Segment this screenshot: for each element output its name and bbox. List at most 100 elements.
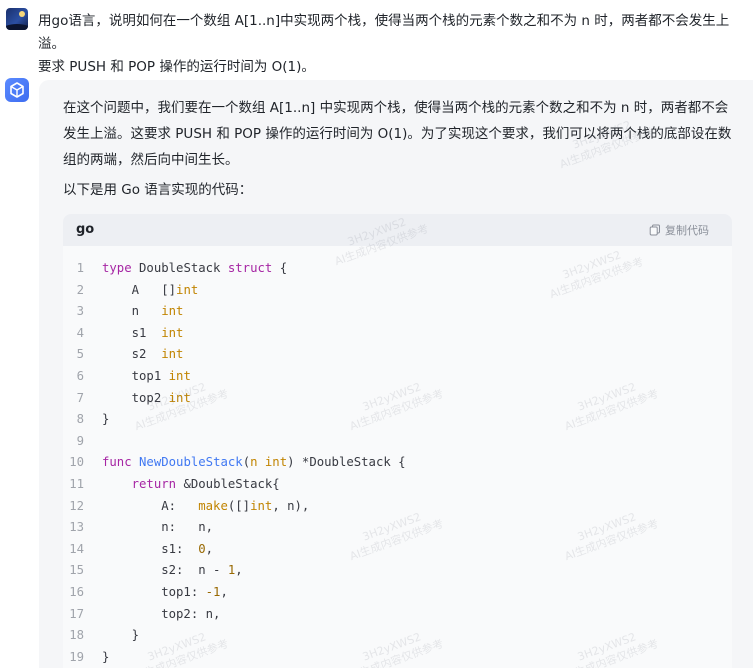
code-body: 1 type DoubleStack struct {2 A []int 3 n i… xyxy=(63,258,732,668)
code-text: s2 int xyxy=(102,344,184,366)
code-text: s1 int xyxy=(102,323,184,345)
code-line: 1 type DoubleStack struct { xyxy=(63,258,732,280)
code-token: int xyxy=(161,347,184,362)
code-line: 16 top1: -1, xyxy=(63,582,732,604)
code-line: 18 } xyxy=(63,625,732,647)
code-text: A: make([]int, n), xyxy=(102,496,309,518)
user-avatar xyxy=(6,8,28,30)
code-token: return xyxy=(131,476,177,491)
assistant-paragraph: 在这个问题中，我们要在一个数组 A[1..n] 中实现两个栈，使得当两个栈的元素… xyxy=(63,95,735,173)
line-number: 6 xyxy=(76,368,84,383)
code-token: s1 xyxy=(102,325,162,340)
line-number: 2 xyxy=(76,282,84,297)
code-block: go 复制代码 1 type DoubleStack struct {2 A []… xyxy=(63,214,732,668)
user-message-line: 用go语言，说明如何在一个数组 A[1..n]中实现两个栈，使得当两个栈的元素个… xyxy=(38,13,730,52)
code-token: s1: xyxy=(102,541,199,556)
line-number: 16 xyxy=(69,584,84,599)
code-token: int xyxy=(168,390,191,405)
code-token: , xyxy=(220,584,228,599)
code-line: 12 A: make([]int, n), xyxy=(63,496,732,518)
moon-icon xyxy=(19,11,25,17)
code-text: type DoubleStack struct { xyxy=(102,258,287,280)
copy-code-button[interactable]: 复制代码 xyxy=(649,222,709,238)
code-token: } xyxy=(102,628,140,643)
code-line: 19} xyxy=(63,647,732,668)
copy-icon xyxy=(649,224,661,236)
code-text: s2: n - 1, xyxy=(102,560,243,582)
code-text: top2: n, xyxy=(102,604,220,626)
chat-page: 用go语言，说明如何在一个数组 A[1..n]中实现两个栈，使得当两个栈的元素个… xyxy=(0,0,753,668)
code-token: s2 xyxy=(102,347,162,362)
cube-icon xyxy=(10,82,24,98)
code-token: int xyxy=(250,498,273,513)
line-number: 10 xyxy=(69,455,84,470)
code-line: 6 top1 int xyxy=(63,366,732,388)
code-text: top1 int xyxy=(102,366,191,388)
code-text: top2 int xyxy=(102,388,191,410)
code-text: } xyxy=(102,625,139,647)
code-line: 2 A []int xyxy=(63,280,732,302)
code-token: , xyxy=(205,541,214,556)
code-token: , n), xyxy=(272,498,310,513)
code-token: make xyxy=(198,498,228,513)
code-token: top2: n, xyxy=(102,606,221,621)
code-token: int xyxy=(168,368,191,383)
hill-icon xyxy=(6,24,28,30)
code-text: A []int xyxy=(102,280,199,302)
code-line: 14 s1: 0, xyxy=(63,539,732,561)
code-text: func NewDoubleStack(n int) *DoubleStack … xyxy=(102,452,406,474)
code-token: type xyxy=(102,261,132,275)
line-number: 11 xyxy=(69,476,84,491)
code-token: func xyxy=(102,455,132,470)
code-token: ([] xyxy=(227,498,251,513)
code-token: A: xyxy=(102,498,199,513)
line-number: 9 xyxy=(76,433,84,448)
code-token: A [] xyxy=(102,282,177,297)
code-token: top2 xyxy=(102,390,169,405)
code-token: DoubleStack xyxy=(131,261,228,275)
code-token: NewDoubleStack xyxy=(139,455,243,470)
code-line: 10 func NewDoubleStack(n int) *DoubleStac… xyxy=(63,452,732,474)
assistant-paragraph-intro: 以下是用 Go 语言实现的代码： xyxy=(63,182,253,198)
code-token: ( xyxy=(242,455,251,470)
code-token: n: n, xyxy=(102,520,214,535)
line-number: 19 xyxy=(69,649,84,664)
code-text: n: n, xyxy=(102,517,213,539)
copy-code-label: 复制代码 xyxy=(665,224,709,237)
code-text: s1: 0, xyxy=(102,539,213,561)
code-token: top1 xyxy=(102,368,169,383)
code-token: n xyxy=(102,304,162,319)
code-token: , xyxy=(235,563,243,578)
code-line: 4 s1 int xyxy=(63,323,732,345)
code-text: } xyxy=(102,409,109,431)
line-number: 15 xyxy=(69,563,84,578)
code-line: 7 top2 int xyxy=(63,388,732,410)
code-token: int xyxy=(161,304,184,319)
user-message-line: 要求 PUSH 和 POP 操作的运行时间为 O(1)。 xyxy=(38,59,315,75)
code-token: ) *DoubleStack { xyxy=(287,455,406,470)
line-number: 3 xyxy=(76,304,84,319)
code-token: { xyxy=(272,261,288,275)
code-line: 8} xyxy=(63,409,732,431)
code-text: top1: -1, xyxy=(102,582,228,604)
line-number: 12 xyxy=(69,498,84,513)
line-number: 8 xyxy=(76,412,84,427)
line-number: 7 xyxy=(76,390,84,405)
code-line: 9 xyxy=(63,431,732,453)
code-line: 15 s2: n - 1, xyxy=(63,560,732,582)
user-message-text: 用go语言，说明如何在一个数组 A[1..n]中实现两个栈，使得当两个栈的元素个… xyxy=(38,10,748,79)
code-line: 17 top2: n, xyxy=(63,604,732,626)
code-token: s2: n - xyxy=(102,563,228,578)
code-token: -1 xyxy=(205,584,221,599)
code-token: n int xyxy=(250,455,288,470)
code-token: } xyxy=(102,412,110,427)
assistant-paragraph-line: 组的两端，然后向中间生长。 xyxy=(63,152,239,168)
assistant-paragraph-line: 发生上溢。这要求 PUSH 和 POP 操作的运行时间为 O(1)。为了实现这个… xyxy=(63,126,732,142)
code-token: } xyxy=(102,649,110,664)
line-number: 4 xyxy=(76,325,84,340)
code-line: 3 n int xyxy=(63,301,732,323)
code-token: struct xyxy=(227,261,273,275)
assistant-paragraph-line: 在这个问题中，我们要在一个数组 A[1..n] 中实现两个栈，使得当两个栈的元素… xyxy=(63,100,729,116)
